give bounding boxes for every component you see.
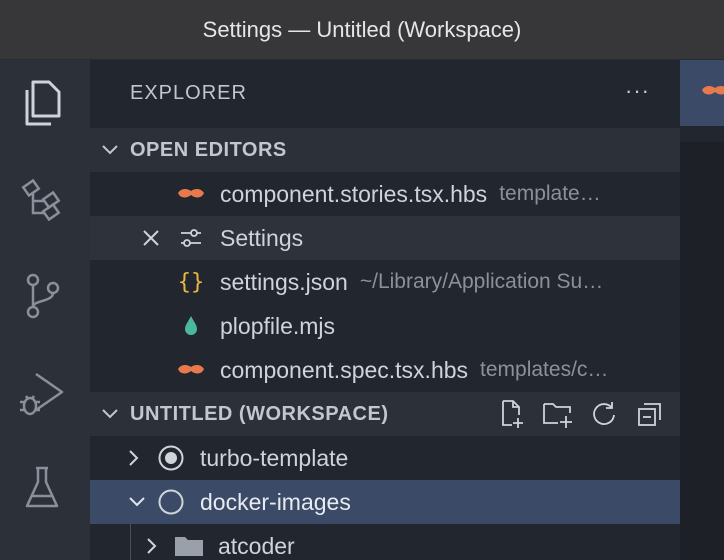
open-editor-item[interactable]: component.spec.tsx.hbs templates/c… [90,348,680,392]
droplet-icon [176,311,206,341]
open-editor-item-settings[interactable]: Settings [90,216,680,260]
explorer-files-icon[interactable] [16,78,68,130]
mustache-icon [176,179,206,209]
file-name: Settings [220,224,304,251]
workspace-folder-turbo-template[interactable]: turbo-template [90,436,680,480]
explorer-header: EXPLORER ··· [90,60,680,126]
json-braces-icon: {} [177,269,205,295]
file-path: ~/Library/Application Su… [359,270,604,293]
file-path: template… [499,182,601,205]
chevron-down-icon [90,408,130,420]
window-titlebar: Settings — Untitled (Workspace) [0,0,724,60]
workspace-toolbar [496,398,666,430]
window-title: Settings — Untitled (Workspace) [202,16,522,42]
collapse-all-icon[interactable] [634,398,666,430]
open-editor-item[interactable]: {} settings.json ~/Library/Application S… [90,260,680,304]
explorer-sidebar: EXPLORER ··· OPEN EDITORS component.stor… [90,60,680,560]
explorer-title: EXPLORER [130,81,247,104]
source-control-icon[interactable] [16,270,68,322]
file-path: templates/c… [480,358,609,381]
chevron-down-icon [128,496,156,508]
workspace-label: UNTITLED (WORKSPACE) [130,402,389,425]
open-editors-label: OPEN EDITORS [130,138,287,161]
new-folder-icon[interactable] [542,398,574,430]
refresh-icon[interactable] [588,398,620,430]
workspace-folder-docker-images[interactable]: docker-images [90,480,680,524]
folder-root-filled-icon [156,443,186,473]
folder-root-outline-icon [156,487,186,517]
activity-bar [0,60,90,560]
folder-name: turbo-template [200,444,349,471]
testing-flask-icon[interactable] [16,462,68,514]
tree-indent-guide [130,524,131,560]
open-editor-item[interactable]: component.stories.tsx.hbs template… [90,172,680,216]
close-icon[interactable] [142,229,172,247]
chevron-right-icon [146,537,174,555]
open-editors-header[interactable]: OPEN EDITORS [90,128,680,172]
workspace-header[interactable]: UNTITLED (WORKSPACE) [90,392,680,436]
mustache-icon [700,84,724,103]
open-editor-item[interactable]: plopfile.mjs [90,304,680,348]
chevron-right-icon [128,449,156,467]
file-name: plopfile.mjs [220,312,336,339]
folder-icon [174,531,204,560]
chevron-down-icon [90,144,130,156]
file-name: component.stories.tsx.hbs [220,180,488,207]
run-debug-icon[interactable] [16,368,68,420]
folder-name: docker-images [200,488,351,515]
new-file-icon[interactable] [496,398,528,430]
file-name: component.spec.tsx.hbs [220,356,469,383]
editor-tab-active[interactable] [680,60,724,126]
settings-sliders-icon [176,223,206,253]
editor-breadcrumb-strip [680,126,724,142]
folder-item-atcoder[interactable]: atcoder [90,524,680,560]
folder-name: atcoder [218,532,295,559]
mustache-icon [176,355,206,385]
source-tree-icon[interactable] [16,172,68,224]
file-name: settings.json [220,268,348,295]
more-actions-icon[interactable]: ··· [625,78,650,104]
